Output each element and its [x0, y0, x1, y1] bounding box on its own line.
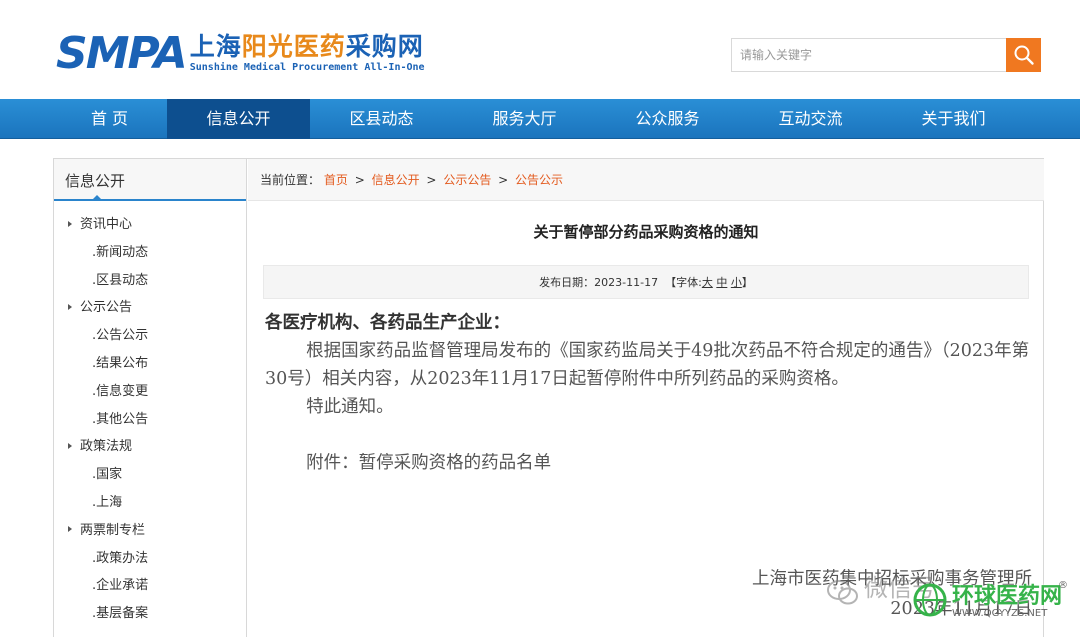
logo-cn-part1: 上海 — [189, 32, 242, 61]
sidebar-item-label: .公告公示 — [92, 328, 149, 344]
breadcrumb-announcements[interactable]: 公示公告 — [443, 173, 491, 187]
sidebar-category[interactable]: 公示公告 — [54, 294, 246, 322]
font-size-medium-link[interactable]: 中 — [716, 276, 727, 289]
sidebar-item-label: .政策办法 — [92, 550, 149, 566]
triangle-right-icon — [68, 220, 72, 227]
sidebar-item-label: .国家 — [92, 467, 123, 483]
sidebar-item-label: 资讯中心 — [80, 217, 133, 232]
sidebar-item[interactable]: .上海 — [54, 489, 246, 517]
sidebar-item[interactable]: .国家 — [54, 461, 246, 489]
sidebar-item-label: .其他公告 — [92, 411, 149, 427]
sidebar: 信息公开 资讯中心 .新闻动态 .区县动态公示公告 .公告公示 .结果公布 .信息变更 .其… — [54, 159, 247, 637]
logo-abbr: SMPA — [56, 28, 188, 79]
font-size-label: 【字体: — [665, 276, 702, 289]
nav-item-home[interactable]: 首 页 — [38, 99, 181, 139]
article-title: 关于暂停部分药品采购资格的通知 — [533, 223, 759, 241]
nav-item-district-news[interactable]: 区县动态 — [310, 99, 453, 139]
sidebar-item[interactable]: .政策办法 — [54, 545, 246, 573]
sidebar-item-label: .基层备案 — [92, 606, 149, 622]
breadcrumb-prefix: 当前位置： — [260, 173, 321, 187]
nav-item-about-us[interactable]: 关于我们 — [882, 99, 1025, 139]
logo-chinese: 上海阳光医药采购网 — [190, 32, 425, 62]
breadcrumb-info-disclosure[interactable]: 信息公开 — [372, 173, 420, 187]
search-box — [731, 38, 1041, 72]
article-meta: 发布日期：2023-11-17 【字体:大 中 小】 — [263, 265, 1029, 299]
nav-item-public-service[interactable]: 公众服务 — [596, 99, 739, 139]
sidebar-item[interactable]: .信息变更 — [54, 378, 246, 406]
logo-cn-part2: 阳光医药 — [241, 32, 346, 61]
breadcrumb-separator: > — [498, 173, 509, 187]
sidebar-item-label: 公示公告 — [80, 300, 133, 316]
article-paragraph: 根据国家药品监督管理局发布的《国家药监局关于49批次药品不符合规定的通告》（20… — [265, 341, 1030, 389]
breadcrumb-home[interactable]: 首页 — [324, 173, 348, 187]
sidebar-category[interactable]: 资讯中心 — [54, 211, 246, 239]
sidebar-item-label: .企业承诺 — [92, 578, 149, 594]
sidebar-item[interactable]: .结果公布 — [54, 350, 246, 378]
site-header: SMPA 上海阳光医药采购网 Sunshine Medical Procurem… — [0, 0, 1080, 99]
breadcrumb-separator: > — [426, 173, 437, 187]
sidebar-item[interactable]: .基层备案 — [54, 600, 246, 628]
article-closing: 特此通知。 — [306, 397, 394, 417]
sidebar-item-label: 政策法规 — [80, 439, 133, 455]
font-size-large-link[interactable]: 大 — [702, 276, 713, 289]
sidebar-list: 资讯中心 .新闻动态 .区县动态公示公告 .公告公示 .结果公布 .信息变更 .其他公告政策… — [54, 211, 246, 628]
sidebar-item[interactable]: .区县动态 — [54, 267, 246, 295]
nav-item-info-disclosure[interactable]: 信息公开 — [167, 99, 310, 139]
breadcrumb: 当前位置： 首页 > 信息公开 > 公示公告 > 公告公示 — [248, 159, 1044, 201]
search-icon — [1014, 45, 1034, 65]
sidebar-item-label: .信息变更 — [92, 383, 149, 399]
attachment-link[interactable]: 附件：暂停采购资格的药品名单 — [265, 449, 1035, 477]
sidebar-item-label: .结果公布 — [92, 355, 149, 371]
sidebar-item[interactable]: .企业承诺 — [54, 572, 246, 600]
logo-english: Sunshine Medical Procurement All-In-One — [189, 62, 425, 73]
sidebar-item[interactable]: .新闻动态 — [54, 239, 246, 267]
site-logo[interactable]: SMPA 上海阳光医药采购网 Sunshine Medical Procurem… — [56, 32, 425, 78]
signature-org: 上海市医药集中招标采购事务管理所 — [752, 569, 1032, 589]
triangle-right-icon — [68, 442, 72, 449]
triangle-right-icon — [68, 526, 72, 533]
search-button[interactable] — [1006, 38, 1041, 72]
breadcrumb-separator: > — [354, 173, 365, 187]
search-input[interactable] — [731, 38, 1007, 72]
article-signature: 上海市医药集中招标采购事务管理所 2023年11月17日 — [752, 564, 1032, 624]
sidebar-item-label: 两票制专栏 — [80, 522, 146, 538]
font-size-close: 】 — [741, 276, 753, 289]
content-area: 当前位置： 首页 > 信息公开 > 公示公告 > 公告公示 关于暂停部分药品采购… — [248, 159, 1044, 637]
logo-cn-part3: 采购网 — [345, 32, 424, 61]
main-nav: 首 页 信息公开 区县动态 服务大厅 公众服务 互动交流 关于我们 — [0, 99, 1080, 139]
sidebar-item-label: .新闻动态 — [92, 244, 149, 260]
watermark-registered: ® — [1058, 580, 1068, 591]
article-greeting: 各医疗机构、各药品生产企业： — [265, 313, 510, 333]
sidebar-item-label: .区县动态 — [92, 272, 149, 288]
sidebar-title: 信息公开 — [54, 159, 246, 201]
sidebar-title-text: 信息公开 — [65, 172, 126, 190]
caret-up-icon — [92, 195, 102, 200]
font-size-small-link[interactable]: 小 — [731, 276, 742, 289]
signature-date: 2023年11月17日 — [890, 599, 1032, 619]
nav-item-interaction[interactable]: 互动交流 — [739, 99, 882, 139]
publish-date: 2023-11-17 — [594, 276, 659, 289]
sidebar-item[interactable]: .其他公告 — [54, 406, 246, 434]
main-container: 信息公开 资讯中心 .新闻动态 .区县动态 公示公告 .公告公示 .结果公布 .信息变更 .其… — [53, 158, 1044, 637]
nav-item-service-hall[interactable]: 服务大厅 — [453, 99, 596, 139]
sidebar-category[interactable]: 两票制专栏 — [54, 517, 246, 545]
article-body: 各医疗机构、各药品生产企业： 根据国家药品监督管理局发布的《国家药监局关于49批… — [265, 309, 1035, 477]
date-label: 发布日期： — [539, 276, 595, 289]
breadcrumb-public-notice[interactable]: 公告公示 — [515, 173, 563, 187]
logo-text: 上海阳光医药采购网 Sunshine Medical Procurement A… — [190, 32, 425, 74]
sidebar-item-label: .上海 — [92, 494, 123, 510]
triangle-right-icon — [68, 303, 72, 310]
sidebar-item[interactable]: .公告公示 — [54, 322, 246, 350]
sidebar-category[interactable]: 政策法规 — [54, 433, 246, 461]
